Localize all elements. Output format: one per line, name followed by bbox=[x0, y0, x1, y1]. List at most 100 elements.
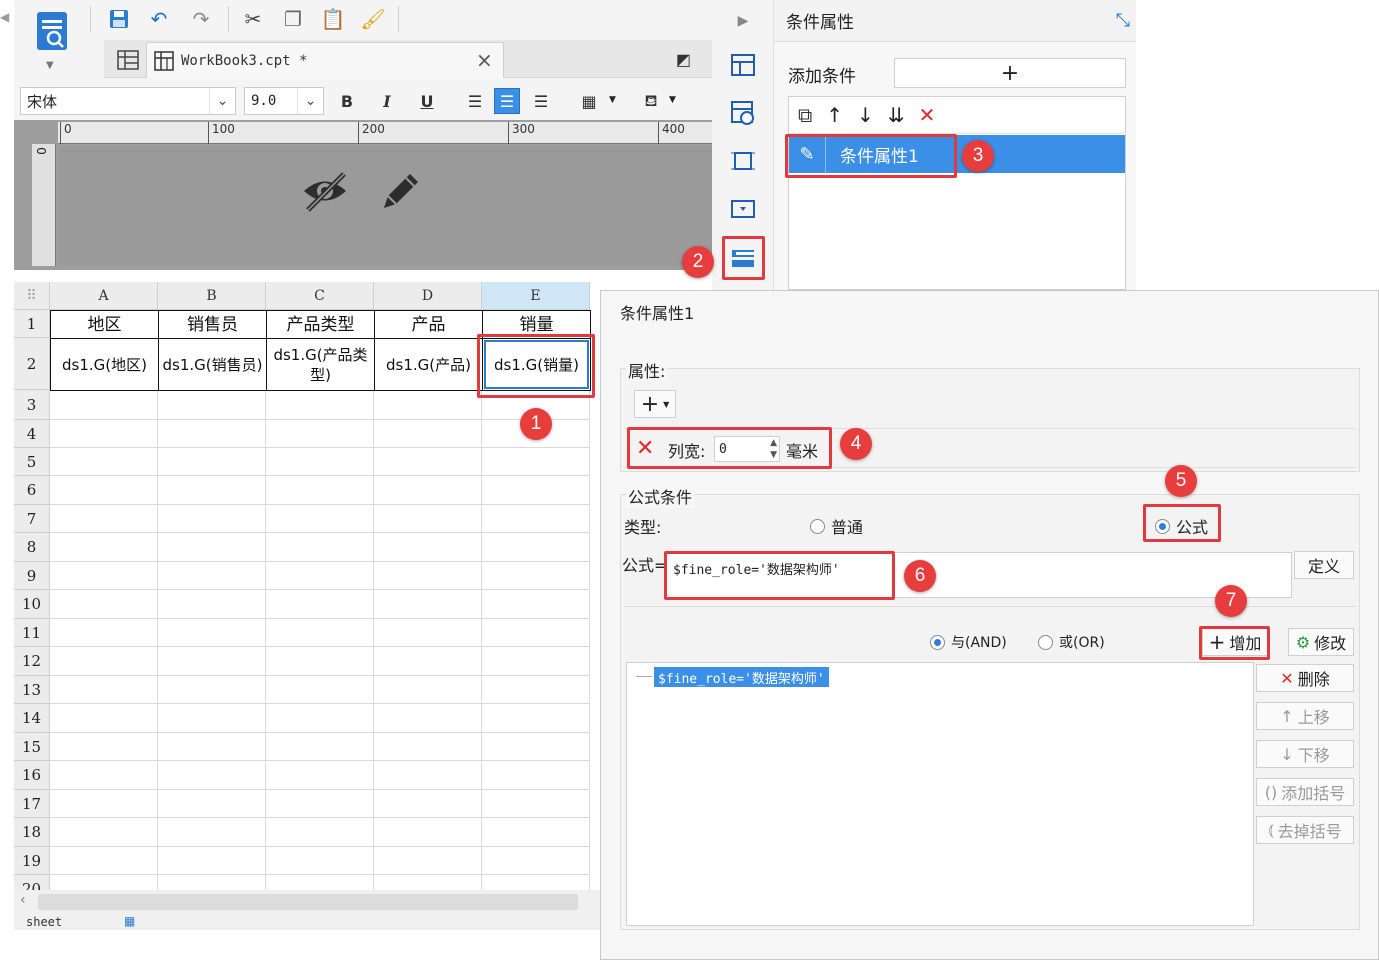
grid-cell[interactable] bbox=[50, 420, 158, 448]
condition-item[interactable]: ✎ 条件属性1 bbox=[789, 135, 1125, 173]
grid-cell[interactable] bbox=[266, 818, 374, 847]
grid-cell[interactable] bbox=[158, 704, 266, 733]
grid-cell[interactable] bbox=[50, 390, 158, 420]
grid-cell[interactable] bbox=[158, 590, 266, 619]
row-header[interactable]: 1 bbox=[14, 310, 50, 338]
grid-cell[interactable] bbox=[158, 562, 266, 590]
grid-cell[interactable] bbox=[158, 733, 266, 761]
grid-cell[interactable] bbox=[374, 704, 482, 733]
grid-cell[interactable] bbox=[50, 818, 158, 847]
grid-cell[interactable] bbox=[374, 619, 482, 647]
chevron-down-icon[interactable]: ▼ bbox=[609, 95, 616, 105]
row-header[interactable]: 11 bbox=[14, 619, 50, 647]
grid-cell[interactable] bbox=[158, 390, 266, 420]
grid-cell[interactable] bbox=[482, 761, 590, 790]
grid-cell[interactable] bbox=[158, 790, 266, 818]
grid-cell[interactable] bbox=[266, 647, 374, 676]
left-edge-arrow[interactable]: ◀ bbox=[0, 10, 12, 30]
move-up-button[interactable]: ↑ 上移 bbox=[1256, 702, 1354, 730]
data-column-cell[interactable]: ds1.G(产品) bbox=[374, 338, 483, 391]
grid-cell[interactable] bbox=[374, 562, 482, 590]
row-header[interactable]: 9 bbox=[14, 562, 50, 590]
row-header[interactable]: 14 bbox=[14, 704, 50, 733]
chevron-down-icon[interactable]: ▼ bbox=[46, 60, 54, 71]
copy-icon[interactable]: ❐ bbox=[280, 6, 306, 32]
grid-cell[interactable] bbox=[374, 533, 482, 562]
or-radio[interactable]: 或(OR) bbox=[1038, 632, 1105, 652]
align-left-icon[interactable]: ☰ bbox=[462, 88, 488, 114]
grid-cell[interactable] bbox=[482, 704, 590, 733]
remove-bracket-button[interactable]: ⦅ 去掉括号 bbox=[1256, 816, 1354, 844]
type-normal-radio[interactable]: 普通 bbox=[810, 514, 863, 538]
grid-cell[interactable] bbox=[266, 390, 374, 420]
row-header[interactable]: 10 bbox=[14, 590, 50, 619]
italic-button[interactable]: I bbox=[374, 88, 400, 114]
row-header[interactable]: 13 bbox=[14, 676, 50, 704]
row-header[interactable]: 5 bbox=[14, 448, 50, 476]
modify-button[interactable]: ⚙ 修改 bbox=[1288, 628, 1354, 656]
grid-cell[interactable] bbox=[482, 505, 590, 533]
grid-cell[interactable] bbox=[482, 590, 590, 619]
sheet-tab[interactable]: sheet bbox=[26, 915, 62, 929]
sort-icon[interactable]: ⇊ bbox=[888, 103, 905, 127]
tab-menu-icon[interactable]: ◩ bbox=[676, 50, 691, 69]
grid-cell[interactable] bbox=[266, 790, 374, 818]
row-header[interactable]: 7 bbox=[14, 505, 50, 533]
row-header[interactable]: 16 bbox=[14, 761, 50, 790]
grid-cell[interactable] bbox=[50, 448, 158, 476]
grid-cell[interactable] bbox=[266, 619, 374, 647]
grid-cell[interactable] bbox=[374, 420, 482, 448]
header-cell[interactable]: 销量 bbox=[482, 310, 591, 339]
grid-cell[interactable] bbox=[158, 847, 266, 875]
grid-cell[interactable] bbox=[266, 761, 374, 790]
grid-cell[interactable] bbox=[50, 761, 158, 790]
data-column-cell[interactable]: ds1.G(产品类型) bbox=[266, 338, 375, 391]
tab-workbook[interactable]: WorkBook3.cpt * bbox=[146, 42, 504, 78]
expand-arrow-icon[interactable]: ▶ bbox=[728, 6, 758, 36]
add-button[interactable]: + 增加 bbox=[1202, 628, 1268, 656]
fill-color-icon[interactable]: ⛾ bbox=[638, 88, 664, 114]
font-name-select[interactable]: 宋体 ⌄ bbox=[20, 87, 236, 115]
data-column-cell[interactable]: ds1.G(销量) bbox=[482, 338, 591, 391]
formula-input[interactable]: $fine_role='数据架构师' bbox=[664, 552, 1292, 598]
close-tab-icon[interactable]: × bbox=[476, 48, 493, 72]
save-icon[interactable] bbox=[106, 6, 132, 32]
row-header[interactable]: 17 bbox=[14, 790, 50, 818]
grid-cell[interactable] bbox=[266, 505, 374, 533]
border-icon[interactable]: ▦ bbox=[576, 88, 602, 114]
template-icon[interactable] bbox=[34, 10, 70, 54]
grid-cell[interactable] bbox=[374, 647, 482, 676]
add-bracket-button[interactable]: () 添加括号 bbox=[1256, 778, 1354, 806]
align-center-icon[interactable]: ☰ bbox=[494, 88, 520, 114]
header-cell[interactable]: 地区 bbox=[50, 310, 159, 339]
grid-cell[interactable] bbox=[482, 676, 590, 704]
grid-cell[interactable] bbox=[482, 790, 590, 818]
grid-cell[interactable] bbox=[158, 761, 266, 790]
grid-cell[interactable] bbox=[482, 448, 590, 476]
format-painter-icon[interactable]: 🖌 bbox=[360, 6, 386, 32]
grid-cell[interactable] bbox=[50, 847, 158, 875]
add-condition-button[interactable]: + bbox=[894, 58, 1126, 88]
copy-condition-icon[interactable]: ⧉ bbox=[798, 103, 812, 127]
paste-icon[interactable]: 📋 bbox=[320, 6, 346, 32]
grid-cell[interactable] bbox=[482, 733, 590, 761]
grid-cell[interactable] bbox=[266, 676, 374, 704]
chevron-down-icon[interactable]: ▼ bbox=[669, 95, 676, 105]
row-header[interactable]: 15 bbox=[14, 733, 50, 761]
cut-icon[interactable]: ✂ bbox=[240, 6, 266, 32]
grid-cell[interactable] bbox=[374, 448, 482, 476]
grid-cell[interactable] bbox=[50, 476, 158, 505]
move-up-icon[interactable]: ↑ bbox=[826, 103, 843, 127]
row-header[interactable]: 18 bbox=[14, 818, 50, 847]
grid-cell[interactable] bbox=[374, 847, 482, 875]
column-header[interactable]: C bbox=[266, 282, 374, 310]
delete-condition-icon[interactable]: ✕ bbox=[919, 103, 936, 127]
column-header[interactable]: B bbox=[158, 282, 266, 310]
type-formula-radio[interactable]: 公式 bbox=[1155, 514, 1208, 538]
grid-cell[interactable] bbox=[482, 619, 590, 647]
header-cell[interactable]: 销售员 bbox=[158, 310, 267, 339]
grid-cell[interactable] bbox=[374, 505, 482, 533]
column-header[interactable]: E bbox=[482, 282, 590, 310]
row-header[interactable]: 3 bbox=[14, 390, 50, 420]
and-radio[interactable]: 与(AND) bbox=[930, 632, 1007, 652]
